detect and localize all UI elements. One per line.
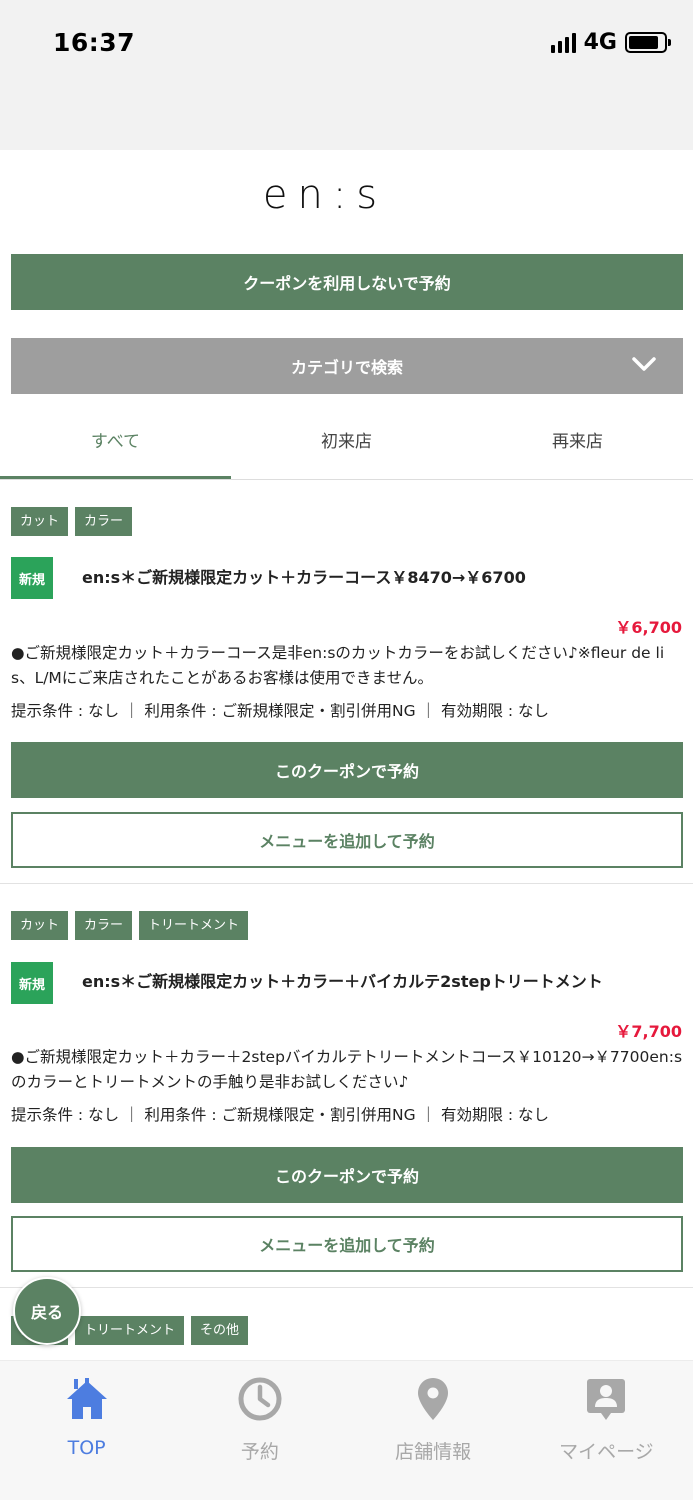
bottom-navigation: TOP 予約 店舗情報 マイページ	[0, 1360, 693, 1500]
clock-icon	[238, 1377, 282, 1421]
coupon-title: en:s＊ご新規様限定カット＋カラーコース￥8470→￥6700	[82, 568, 526, 587]
nav-item-store-info[interactable]: 店舗情報	[347, 1361, 520, 1500]
nav-label: 予約	[240, 1441, 279, 1463]
reserve-with-coupon-button[interactable]: このクーポンで予約	[11, 742, 683, 798]
reserve-with-coupon-button[interactable]: このクーポンで予約	[11, 1147, 683, 1203]
coupon-tags: カット カラー	[11, 507, 133, 536]
tab-return-visit[interactable]: 再来店	[462, 410, 693, 479]
network-type: 4G	[583, 30, 617, 55]
tag: カット	[11, 911, 69, 940]
status-time: 16:37	[53, 28, 136, 57]
nav-label: TOP	[67, 1437, 106, 1459]
nav-item-mypage[interactable]: マイページ	[520, 1361, 693, 1500]
coupon-description: ●ご新規様限定カット＋カラーコース是非en:sのカットカラーをお試しください♪※…	[11, 644, 665, 687]
new-customer-badge: 新規	[11, 557, 53, 599]
battery-level	[629, 36, 658, 49]
add-menu-reserve-button[interactable]: メニューを追加して予約	[11, 1216, 683, 1272]
add-menu-reserve-button[interactable]: メニューを追加して予約	[11, 812, 683, 868]
tab-all[interactable]: すべて	[0, 410, 231, 479]
battery-icon	[625, 32, 671, 53]
coupon-price: ￥6,700	[615, 618, 682, 637]
coupon-title: en:s＊ご新規様限定カット＋カラー＋バイカルテ2stepトリートメント	[82, 972, 603, 991]
coupon-description: ●ご新規様限定カット＋カラー＋2stepバイカルテトリートメントコース￥1012…	[11, 1048, 683, 1091]
divider	[0, 883, 693, 884]
status-indicators: 4G	[550, 30, 671, 55]
category-search-button[interactable]: カテゴリで検索	[11, 338, 683, 394]
coupon-conditions: 提示条件 : なし ｜ 利用条件 : ご新規様限定・割引併用NG ｜ 有効期限 …	[11, 702, 550, 720]
coupon-tags: カット カラー トリートメント	[11, 911, 249, 940]
coupon-conditions: 提示条件 : なし ｜ 利用条件 : ご新規様限定・割引併用NG ｜ 有効期限 …	[11, 1106, 550, 1124]
tag: カット	[11, 507, 69, 536]
reserve-without-coupon-button[interactable]: クーポンを利用しないで予約	[11, 254, 683, 310]
coupon-price: ￥7,700	[615, 1022, 682, 1041]
nav-label: マイページ	[559, 1441, 654, 1463]
tag: トリートメント	[139, 911, 249, 940]
tag: カラー	[75, 507, 133, 536]
coupon-tabs: すべて 初来店 再来店	[0, 410, 693, 480]
back-button[interactable]: 戻る	[13, 1277, 81, 1345]
signal-icon	[550, 32, 576, 53]
nav-item-top[interactable]: TOP	[0, 1361, 173, 1500]
divider	[0, 1287, 693, 1288]
salon-logo: en:s	[262, 172, 388, 218]
user-card-icon	[587, 1379, 626, 1420]
category-search-label: カテゴリで検索	[290, 358, 403, 377]
tag: カラー	[75, 911, 133, 940]
map-pin-icon	[418, 1378, 449, 1420]
nav-label: 店舗情報	[395, 1441, 472, 1463]
tag: トリートメント	[75, 1316, 185, 1345]
new-customer-badge: 新規	[11, 962, 53, 1004]
status-bar: 16:37 4G	[0, 0, 693, 150]
home-icon	[66, 1378, 107, 1419]
nav-item-reservation[interactable]: 予約	[173, 1361, 346, 1500]
chevron-down-icon	[632, 357, 656, 371]
tab-first-visit[interactable]: 初来店	[231, 410, 462, 479]
tag: その他	[191, 1316, 249, 1345]
